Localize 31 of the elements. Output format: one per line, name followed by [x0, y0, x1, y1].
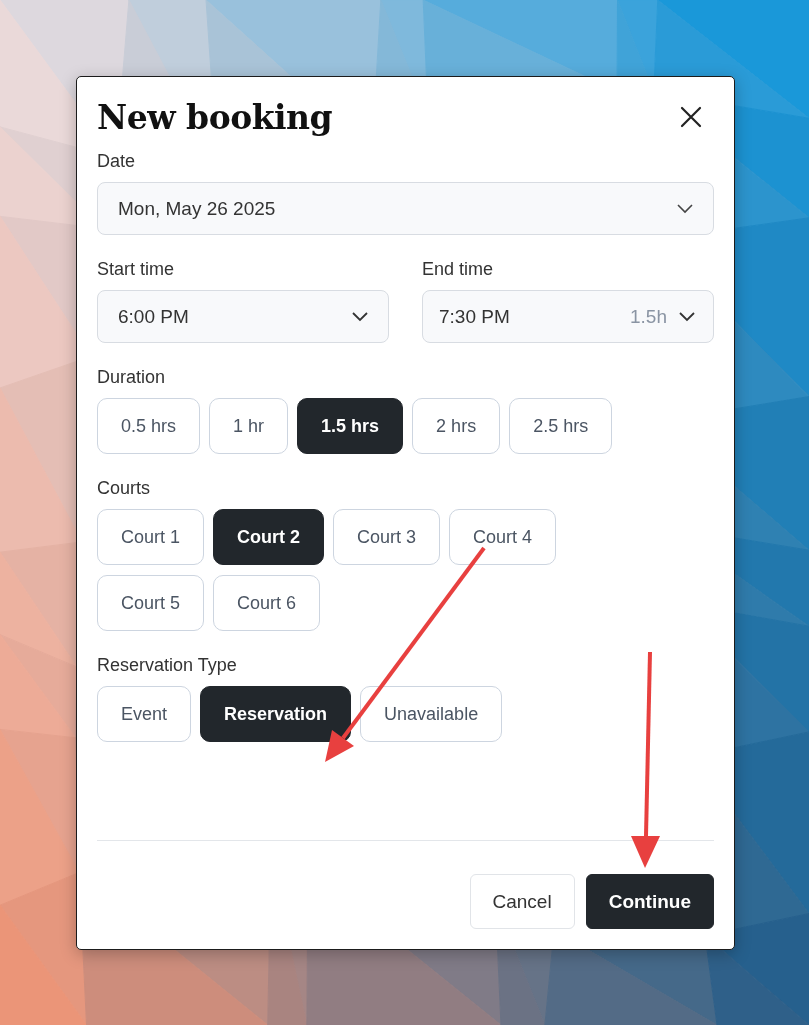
duration-option[interactable]: 1.5 hrs — [297, 398, 404, 454]
court-option[interactable]: Court 1 — [97, 509, 205, 565]
court-option[interactable]: Court 4 — [449, 509, 557, 565]
reservation-type-option[interactable]: Reservation — [200, 686, 352, 742]
section-label: Reservation Type — [97, 655, 238, 675]
section-label: Courts — [97, 478, 151, 498]
field-label: End time — [422, 259, 495, 279]
court-option[interactable]: Court 5 — [97, 575, 205, 631]
date-select[interactable]: Mon, May 26 2025 — [97, 182, 714, 235]
duration-option[interactable]: 0.5 hrs — [97, 398, 201, 454]
chevron-down-icon — [679, 311, 695, 322]
reservation-type-option[interactable]: Event — [97, 686, 192, 742]
court-option[interactable]: Court 6 — [213, 575, 321, 631]
chevron-down-icon — [352, 311, 368, 322]
dialog-title: New booking — [97, 97, 333, 137]
reservation-type-option[interactable]: Unavailable — [360, 686, 503, 742]
start-time-select[interactable]: 6:00 PM — [97, 290, 389, 343]
duration-option[interactable]: 2 hrs — [412, 398, 501, 454]
duration-option[interactable]: 2.5 hrs — [509, 398, 613, 454]
continue-button[interactable]: Continue — [585, 874, 714, 929]
field-label: Date — [97, 151, 137, 171]
close-icon[interactable] — [680, 106, 702, 128]
chevron-down-icon — [677, 203, 693, 214]
cancel-button[interactable]: Cancel — [469, 874, 575, 929]
end-time-select[interactable]: 7:30 PM 1.5h — [422, 290, 714, 343]
court-option[interactable]: Court 2 — [213, 509, 325, 565]
court-option[interactable]: Court 3 — [333, 509, 441, 565]
section-label: Duration — [97, 367, 167, 387]
field-label: Start time — [97, 259, 176, 279]
duration-option[interactable]: 1 hr — [209, 398, 289, 454]
duration-hint: 1.5h — [630, 305, 667, 328]
